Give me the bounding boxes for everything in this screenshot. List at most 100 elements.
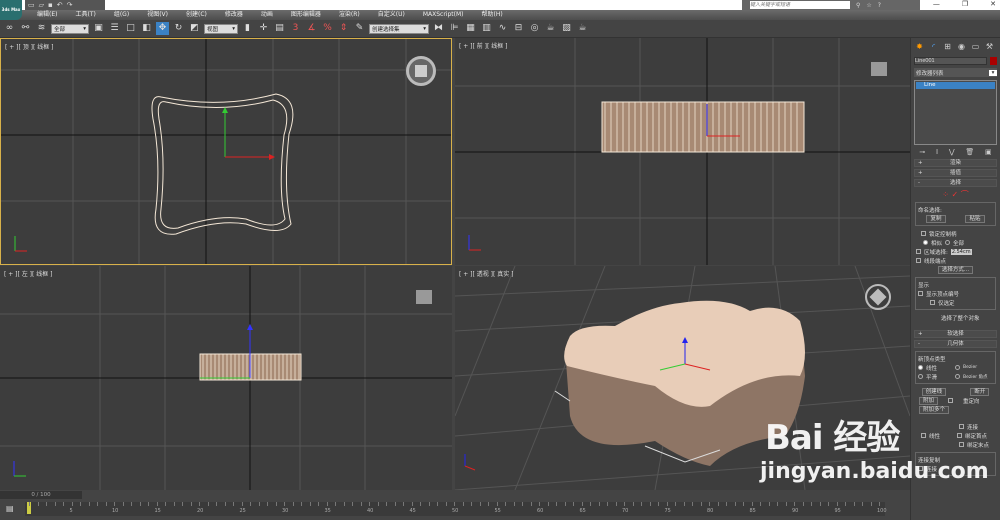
object-color-swatch[interactable]	[990, 57, 997, 65]
create-tab-icon[interactable]: ✸	[914, 41, 925, 52]
rotate-icon[interactable]: ↻	[172, 22, 185, 35]
snap-toggle-icon[interactable]: 3	[289, 22, 302, 35]
close-button[interactable]: ✕	[990, 0, 996, 8]
align-icon[interactable]: ⊫	[448, 22, 461, 35]
segment-end-checkbox[interactable]	[916, 258, 921, 263]
pivot-icon[interactable]: ▮	[241, 22, 254, 35]
rollout-selection[interactable]: - 选择	[914, 179, 997, 187]
rendered-frame-icon[interactable]: ▨	[560, 22, 573, 35]
similar-radio[interactable]	[923, 240, 928, 245]
break-button[interactable]: 断开	[970, 387, 990, 396]
material-editor-icon[interactable]: ◎	[528, 22, 541, 35]
utilities-tab-icon[interactable]: ⚒	[984, 41, 995, 52]
make-unique-icon[interactable]: ⋁	[949, 148, 955, 156]
bind-spacewarp-icon[interactable]: ≋	[35, 22, 48, 35]
spinner-snap-icon[interactable]: ⇕	[337, 22, 350, 35]
app-logo[interactable]: 3ds Max	[0, 0, 22, 20]
menu-rendering[interactable]: 渲染(R)	[330, 10, 369, 20]
angle-snap-icon[interactable]: ∡	[305, 22, 318, 35]
pin-stack-icon[interactable]: ⊸	[919, 148, 925, 156]
unlink-icon[interactable]: ⚯	[19, 22, 32, 35]
open-icon[interactable]: ▱	[39, 1, 44, 9]
menu-edit[interactable]: 编辑(E)	[28, 10, 66, 20]
binoculars-icon[interactable]: ⚲	[856, 2, 860, 9]
show-vertex-numbers-checkbox[interactable]	[918, 291, 923, 296]
bezier-corner-radio[interactable]	[955, 374, 960, 379]
schematic-view-icon[interactable]: ⊟	[512, 22, 525, 35]
rollout-soft-selection[interactable]: + 软选择	[914, 330, 997, 338]
select-by-name-icon[interactable]: ☰	[108, 22, 121, 35]
scale-icon[interactable]: ◩	[188, 22, 201, 35]
viewport-top[interactable]: [ + ][ 顶 ][ 线框 ]	[0, 38, 452, 265]
manipulate-icon[interactable]: ✛	[257, 22, 270, 35]
redo-icon[interactable]: ↷	[67, 1, 73, 9]
create-line-button[interactable]: 创建线	[921, 387, 947, 396]
menu-tools[interactable]: 工具(T)	[66, 10, 104, 20]
rollout-rendering[interactable]: + 渲染	[914, 159, 997, 167]
rollout-interpolation[interactable]: + 插值	[914, 169, 997, 177]
motion-tab-icon[interactable]: ◉	[956, 41, 967, 52]
render-production-icon[interactable]: ☕	[576, 22, 589, 35]
menu-animation[interactable]: 动画	[252, 10, 282, 20]
time-slider[interactable]: 0 / 100	[0, 491, 82, 499]
attach-button[interactable]: 附加	[919, 396, 939, 405]
viewport-label[interactable]: [ + ][ 前 ][ 线框 ]	[459, 41, 508, 50]
curve-editor-toggle-icon[interactable]: ▤	[6, 504, 14, 513]
viewport-front[interactable]: [ + ][ 前 ][ 线框 ]	[455, 38, 910, 265]
rollout-geometry[interactable]: - 几何体	[914, 340, 997, 348]
menu-customize[interactable]: 自定义(U)	[369, 10, 414, 20]
mirror-icon[interactable]: ⧓	[432, 22, 445, 35]
smooth-radio[interactable]	[918, 374, 923, 379]
display-tab-icon[interactable]: ▭	[970, 41, 981, 52]
all-radio[interactable]	[945, 240, 951, 245]
modify-tab-icon[interactable]: ◜	[928, 41, 939, 52]
viewcube[interactable]	[871, 62, 887, 76]
render-setup-icon[interactable]: ☕	[544, 22, 557, 35]
configure-sets-icon[interactable]: ▣	[985, 148, 992, 156]
new-icon[interactable]: ▭	[28, 1, 35, 9]
curve-editor-icon[interactable]: ∿	[496, 22, 509, 35]
menu-graph-editors[interactable]: 图形编辑器	[282, 10, 330, 20]
viewport-label[interactable]: [ + ][ 顶 ][ 线框 ]	[5, 42, 54, 51]
scene-explorer-icon[interactable]: ▥	[480, 22, 493, 35]
edit-named-selection-icon[interactable]: ✎	[353, 22, 366, 35]
keyboard-shortcut-icon[interactable]: ▤	[273, 22, 286, 35]
named-selection-dropdown[interactable]: 创建选择集 ▾	[369, 23, 429, 34]
viewport-label[interactable]: [ + ][ 左 ][ 线框 ]	[4, 269, 53, 278]
reference-coord-dropdown[interactable]: 视图 ▾	[204, 23, 238, 34]
menu-create[interactable]: 创建(C)	[177, 10, 216, 20]
stack-item-line[interactable]: Line	[916, 82, 995, 89]
save-icon[interactable]: ▪	[48, 1, 53, 9]
minimize-button[interactable]: —	[933, 0, 940, 8]
modifier-list-dropdown[interactable]: 修改器列表 ▾	[914, 68, 997, 77]
viewport-label[interactable]: [ + ][ 透视 ][ 真实 ]	[459, 269, 514, 278]
copy-button[interactable]: 复制	[926, 214, 946, 223]
selection-filter-dropdown[interactable]: 全部 ▾	[51, 23, 89, 34]
menu-group[interactable]: 组(G)	[105, 10, 138, 20]
paste-button[interactable]: 粘贴	[965, 214, 985, 223]
percent-snap-icon[interactable]: %	[321, 22, 334, 35]
menu-help[interactable]: 帮助(H)	[473, 10, 512, 20]
move-icon[interactable]: ✥	[156, 22, 169, 35]
area-select-checkbox[interactable]	[916, 249, 921, 254]
viewcube[interactable]	[406, 56, 436, 86]
help-icon[interactable]: ?	[878, 2, 881, 9]
bezier-radio[interactable]	[955, 365, 960, 370]
track-bar[interactable]: 5 10 15 20 25 30 35 40 45 50 55 60 65 70 75 80 85 90 95 100	[25, 502, 887, 516]
show-end-result-icon[interactable]: Ι	[936, 148, 938, 156]
viewcube[interactable]	[865, 284, 891, 310]
remove-modifier-icon[interactable]: 🗑	[965, 148, 974, 156]
link-icon[interactable]: ∞	[3, 22, 16, 35]
menu-maxscript[interactable]: MAXScript(M)	[414, 10, 473, 20]
undo-icon[interactable]: ↶	[57, 1, 63, 9]
layer-manager-icon[interactable]: ▦	[464, 22, 477, 35]
subobject-level-icons[interactable]: ⁘ ✓ ⌒	[911, 189, 1000, 199]
menu-view[interactable]: 视图(V)	[138, 10, 177, 20]
reorient-checkbox[interactable]	[948, 398, 954, 403]
selected-only-checkbox[interactable]	[930, 300, 935, 305]
maximize-button[interactable]: ❐	[962, 0, 968, 8]
lock-handles-checkbox[interactable]	[921, 231, 926, 236]
rect-selection-icon[interactable]: □	[124, 22, 137, 35]
viewport-left[interactable]: [ + ][ 左 ][ 线框 ]	[0, 266, 452, 490]
window-crossing-icon[interactable]: ◧	[140, 22, 153, 35]
